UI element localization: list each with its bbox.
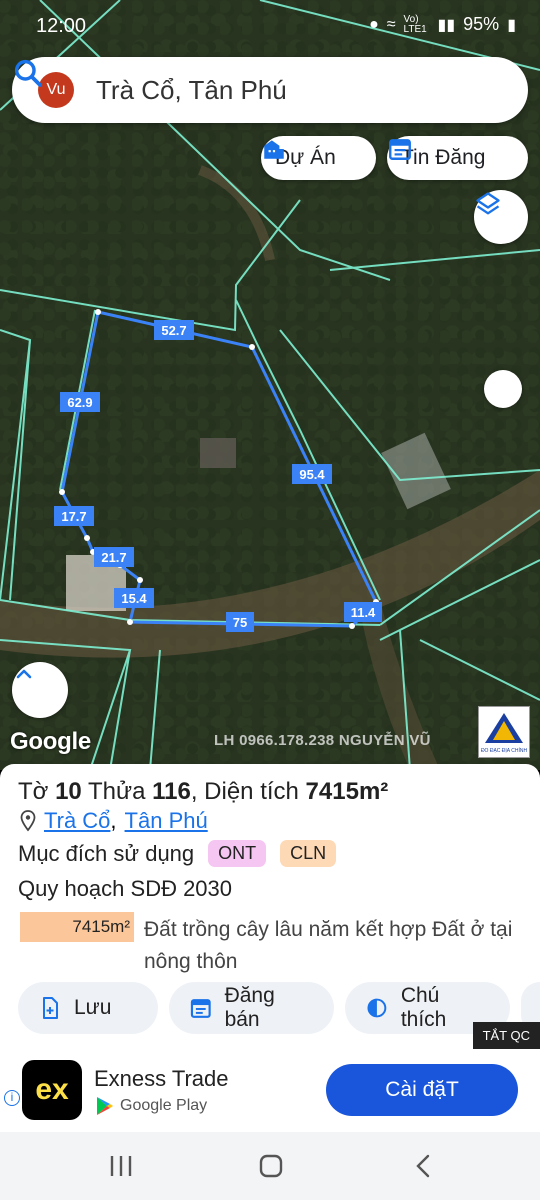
edge-label-left-lower: 17.7 xyxy=(61,509,86,524)
ad-app-icon[interactable]: ex xyxy=(22,1060,82,1120)
install-button[interactable]: Cài đặT xyxy=(326,1064,518,1116)
volte-icon: Vo) LTE1 xyxy=(403,13,427,35)
google-logo: Google xyxy=(10,728,91,755)
parcel-label: Thửa xyxy=(88,778,146,805)
save-label: Lưu xyxy=(74,996,112,1019)
edge-label-top: 52.7 xyxy=(161,323,186,338)
battery-level: 95% xyxy=(463,14,500,34)
tin-dang-label: Tin Đăng xyxy=(401,146,486,169)
parcel-number: 116 xyxy=(152,778,191,805)
sheet-label: Tờ xyxy=(18,778,49,805)
ad-banner[interactable]: i ex Exness Trade Google Play Cài đặT xyxy=(0,1054,540,1132)
post-sale-button[interactable]: Đăng bán xyxy=(169,982,334,1034)
commune-link[interactable]: Trà Cổ xyxy=(44,808,110,834)
purpose-row: Mục đích sử dụng ONT CLN xyxy=(18,840,337,867)
tag-ont[interactable]: ONT xyxy=(208,840,267,867)
pin-icon xyxy=(20,810,36,832)
plan-description: Đất trồng cây lâu năm kết hợp Đất ở tại … xyxy=(144,918,513,973)
chevron-up-icon xyxy=(16,669,32,679)
signal-icon: ▮▮ xyxy=(437,16,456,34)
system-nav-bar xyxy=(0,1132,540,1200)
ad-info-icon[interactable]: i xyxy=(4,1090,20,1106)
ad-store: Google Play xyxy=(96,1096,207,1116)
ad-store-label: Google Play xyxy=(120,1097,208,1114)
edge-label-left: 62.9 xyxy=(67,395,92,410)
district-link[interactable]: Tân Phú xyxy=(125,808,208,834)
plan-title: Quy hoạch SDĐ 2030 xyxy=(18,876,233,901)
search-input[interactable]: Trà Cổ, Tân Phú xyxy=(96,75,528,106)
hide-ads-button[interactable]: TẮT QC xyxy=(472,1022,540,1049)
area-value: 7415m² xyxy=(305,778,389,805)
map-view[interactable]: 52.7 62.9 95.4 17.7 21.7 15.4 75 11.4 12… xyxy=(0,0,540,770)
edge-label-bottom-right: 11.4 xyxy=(351,605,376,620)
collapse-button[interactable] xyxy=(12,662,68,718)
plan-area-badge: 7415m² xyxy=(20,912,134,942)
layers-icon xyxy=(476,192,500,215)
file-add-icon xyxy=(43,997,58,1019)
edge-label-step-a: 21.7 xyxy=(101,550,126,565)
half-circle-icon xyxy=(367,998,387,1018)
parcel-info-sheet: Tờ 10 Thửa 116, Diện tích 7415m² Trà Cổ,… xyxy=(0,764,540,1054)
tin-dang-button[interactable]: Tin Đăng xyxy=(387,136,528,180)
watermark-logo: ĐO ĐẠC ĐỊA CHÍNH xyxy=(478,706,530,758)
location-row: Trà Cổ, Tân Phú xyxy=(20,808,208,834)
battery-icon: ▮ xyxy=(507,16,516,34)
watermark: LH 0966.178.238 NGUYỄN VŨ xyxy=(214,732,431,749)
my-location-button[interactable] xyxy=(484,370,522,408)
watermark-logo-text: ĐO ĐẠC ĐỊA CHÍNH xyxy=(481,747,528,754)
location-icon: ● xyxy=(369,15,379,33)
ad-title[interactable]: Exness Trade xyxy=(94,1066,229,1092)
status-time: 12:00 xyxy=(36,15,87,37)
edge-label-step-b: 15.4 xyxy=(121,591,147,606)
calendar-icon xyxy=(389,139,411,160)
location-separator: , xyxy=(110,808,117,833)
save-button[interactable]: Lưu xyxy=(18,982,158,1034)
search-icon[interactable] xyxy=(12,57,44,89)
search-bar[interactable]: Vu Trà Cổ, Tân Phú xyxy=(12,57,528,123)
building-icon xyxy=(264,140,284,159)
home-icon[interactable] xyxy=(258,1154,284,1178)
calendar-icon xyxy=(190,999,211,1018)
tag-cln[interactable]: CLN xyxy=(280,840,337,867)
sheet-number: 10 xyxy=(55,778,82,805)
post-sale-label: Đăng bán xyxy=(224,984,275,1031)
status-bar: 12:00 ● ≈ Vo) LTE1 ▮▮ 95% ▮ xyxy=(0,0,540,52)
edge-label-bottom: 75 xyxy=(233,615,247,630)
recent-apps-icon[interactable] xyxy=(108,1154,134,1178)
parcel-summary: Tờ 10 Thửa 116, Diện tích 7415m² xyxy=(18,778,388,806)
house-roof xyxy=(200,438,236,468)
edge-label-right: 95.4 xyxy=(299,467,325,482)
status-icons: ● ≈ Vo) LTE1 ▮▮ 95% ▮ xyxy=(369,14,516,35)
layers-button[interactable] xyxy=(474,190,528,244)
du-an-button[interactable]: Dự Án xyxy=(261,136,376,180)
back-icon[interactable] xyxy=(412,1154,436,1178)
area-label: , Diện tích xyxy=(190,778,299,805)
purpose-label: Mục đích sử dụng xyxy=(18,840,195,866)
google-play-icon xyxy=(97,1097,113,1115)
wifi-icon: ≈ xyxy=(386,15,396,33)
